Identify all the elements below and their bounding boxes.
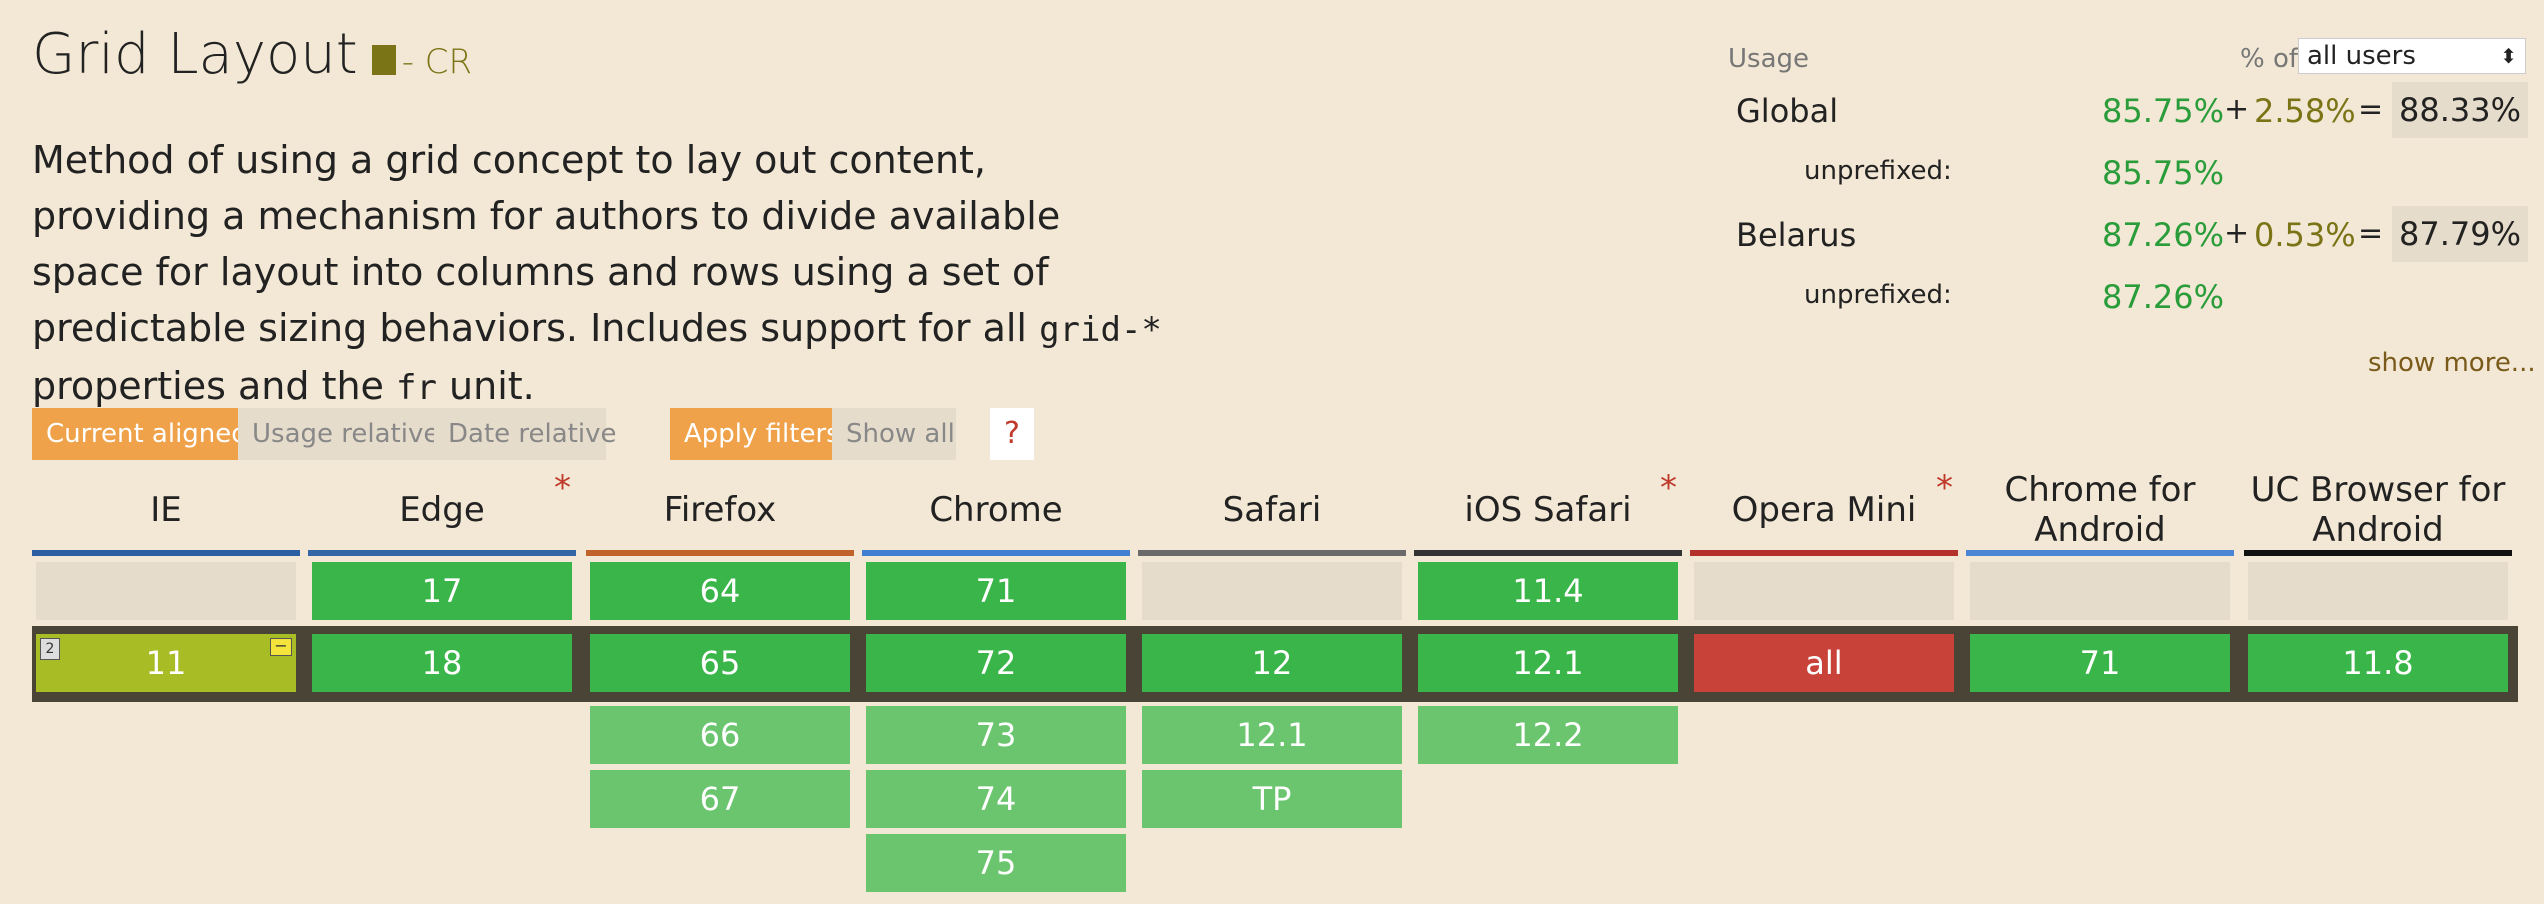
version-cell-safari-empty[interactable]	[1142, 562, 1402, 620]
browser-color-bar-opmini	[1690, 550, 1958, 556]
browser-color-bar-ucand	[2244, 550, 2512, 556]
version-cell-ucand-current[interactable]: 11.8	[2248, 634, 2508, 692]
version-cell-firefox-next[interactable]: 66	[590, 706, 850, 764]
version-cell-safari-current[interactable]: 12	[1142, 634, 1402, 692]
version-cell-edge-prev[interactable]: 17	[312, 562, 572, 620]
usage-row-country-unprefixed: unprefixed: 87.26%	[1804, 278, 2225, 316]
browser-color-bar-edge	[308, 550, 576, 556]
usage-row-global: Global 85.75% + 2.58% = 88.33%	[1728, 82, 2528, 144]
browser-name-edge: Edge	[399, 490, 485, 530]
browser-note-asterisk[interactable]: *	[1660, 468, 1677, 508]
version-cell-ios-current[interactable]: 12.1	[1418, 634, 1678, 692]
browser-note-asterisk[interactable]: *	[1936, 468, 1953, 508]
version-cell-chand-current[interactable]: 71	[1970, 634, 2230, 692]
version-cell-firefox-current[interactable]: 65	[590, 634, 850, 692]
show-more-link[interactable]: show more...	[2368, 348, 2536, 378]
version-cell-chrome-next[interactable]: 74	[866, 770, 1126, 828]
partial-support-flag-icon: −	[270, 638, 292, 656]
browser-color-bar-firefox	[586, 550, 854, 556]
usage-panel: Usage % of all users ⬍ Global 85.75% + 2.…	[1728, 38, 2528, 330]
browser-name-ucand: UC Browser for Android	[2250, 470, 2506, 550]
fr-code: fr	[396, 368, 437, 408]
browser-name-firefox: Firefox	[663, 490, 777, 530]
browser-name-ie: IE	[150, 490, 182, 530]
version-cell-chrome-current[interactable]: 72	[866, 634, 1126, 692]
page-title: Grid Layout - CR	[32, 22, 472, 87]
version-cell-edge-current[interactable]: 18	[312, 634, 572, 692]
version-cell-firefox-next[interactable]: 67	[590, 770, 850, 828]
usage-relative-button[interactable]: Usage relative	[238, 408, 439, 460]
feature-title: Grid Layout	[32, 22, 358, 87]
browser-note-asterisk[interactable]: *	[554, 468, 571, 508]
version-cell-opmini-empty[interactable]	[1694, 562, 1954, 620]
version-cell-ios-prev[interactable]: 11.4	[1418, 562, 1678, 620]
current-aligned-button[interactable]: Current aligned	[32, 408, 248, 460]
version-cell-opmini-current[interactable]: all	[1694, 634, 1954, 692]
version-cell-chrome-next[interactable]: 75	[866, 834, 1126, 892]
usage-row-global-unprefixed: unprefixed: 85.75%	[1804, 154, 2225, 192]
version-cell-ie-current[interactable]: 11 2−	[36, 634, 296, 692]
usage-row-country: Belarus 87.26% + 0.53% = 87.79%	[1728, 206, 2528, 268]
browser-name-chrome: Chrome	[929, 490, 1063, 530]
browser-name-ios: iOS Safari	[1464, 490, 1632, 530]
browser-color-bar-chand	[1966, 550, 2234, 556]
usage-total: 87.79%	[2392, 206, 2528, 262]
browser-color-bar-ie	[32, 550, 300, 556]
show-all-button[interactable]: Show all	[832, 408, 956, 460]
spec-status[interactable]: - CR	[402, 42, 472, 82]
version-cell-safari-next[interactable]: TP	[1142, 770, 1402, 828]
usage-total: 88.33%	[2392, 82, 2528, 138]
browser-color-bar-safari	[1138, 550, 1406, 556]
browser-color-bar-chrome	[862, 550, 1130, 556]
browser-color-bar-ios	[1414, 550, 1682, 556]
spec-document-icon[interactable]	[371, 45, 396, 75]
select-arrows-icon: ⬍	[2500, 44, 2517, 68]
version-cell-ios-next[interactable]: 12.2	[1418, 706, 1678, 764]
percent-of-label: % of	[2240, 44, 2299, 74]
version-cell-ie-empty[interactable]	[36, 562, 296, 620]
note-number-badge[interactable]: 2	[40, 638, 60, 660]
grid-code: grid-*	[1039, 310, 1162, 350]
date-relative-button[interactable]: Date relative	[434, 408, 616, 460]
version-cell-firefox-prev[interactable]: 64	[590, 562, 850, 620]
users-select[interactable]: all users ⬍	[2298, 38, 2526, 74]
help-button[interactable]: ?	[990, 408, 1034, 460]
version-cell-ucand-empty[interactable]	[2248, 562, 2508, 620]
apply-filters-button[interactable]: Apply filters	[670, 408, 840, 460]
feature-description: Method of using a grid concept to lay ou…	[32, 138, 1162, 408]
browser-name-safari: Safari	[1222, 490, 1322, 530]
version-cell-chrome-next[interactable]: 73	[866, 706, 1126, 764]
usage-label: Usage	[1728, 44, 1810, 74]
browser-name-opmini: Opera Mini	[1731, 490, 1917, 530]
version-cell-chrome-prev[interactable]: 71	[866, 562, 1126, 620]
browser-name-chand: Chrome for Android	[2004, 470, 2196, 550]
version-cell-chand-empty[interactable]	[1970, 562, 2230, 620]
version-cell-safari-next[interactable]: 12.1	[1142, 706, 1402, 764]
